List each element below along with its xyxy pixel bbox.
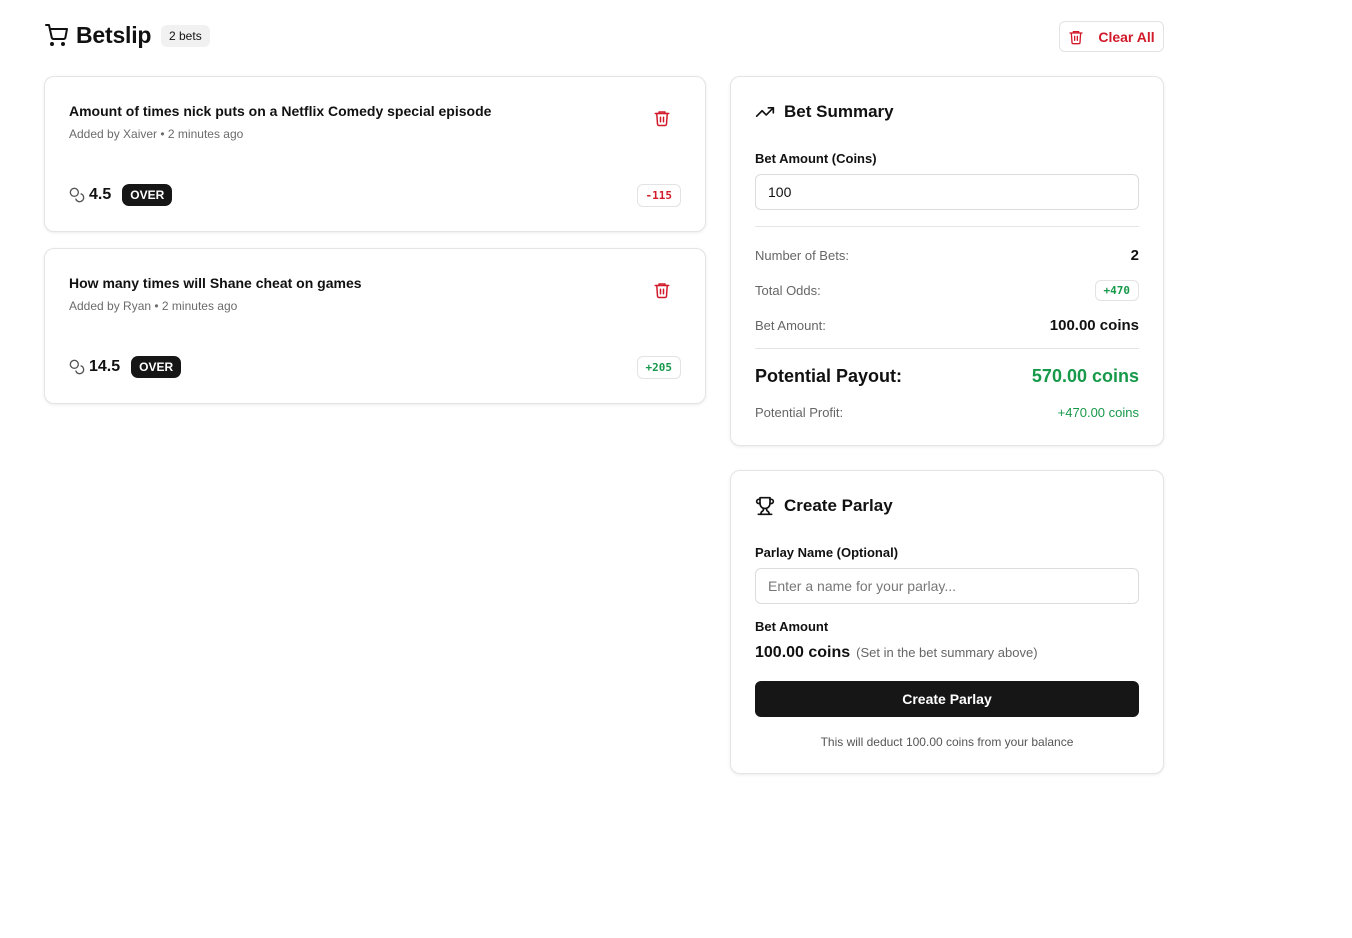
bet-card: How many times will Shane cheat on games… bbox=[44, 248, 706, 404]
bet-title: Amount of times nick puts on a Netflix C… bbox=[69, 103, 492, 119]
potential-payout-row: Potential Payout: 570.00 coins bbox=[755, 362, 1139, 390]
line-value: 4.5 bbox=[89, 186, 112, 203]
trophy-icon bbox=[755, 496, 775, 516]
line-value: 14.5 bbox=[89, 358, 121, 375]
coins-icon bbox=[69, 359, 85, 375]
potential-payout-label: Potential Payout: bbox=[755, 365, 903, 386]
odds-chip: -115 bbox=[636, 184, 681, 207]
bet-summary-header: Bet Summary bbox=[755, 102, 894, 122]
bet-meta: Added by Xaiver • 2 minutes ago bbox=[69, 127, 244, 141]
parlay-amount-value: 100.00 coins bbox=[755, 644, 851, 661]
bet-amount-summary-value: 100.00 coins bbox=[1049, 316, 1139, 334]
betslip-page: Betslip 2 bets Clear All Amount of times… bbox=[0, 0, 1352, 938]
bet-line: 14.5 OVER bbox=[69, 356, 182, 378]
potential-payout-value: 570.00 coins bbox=[1031, 365, 1139, 386]
bet-amount-row: Bet Amount: 100.00 coins bbox=[755, 313, 1139, 337]
potential-profit-value: +470.00 coins bbox=[1057, 404, 1139, 420]
bet-card: Amount of times nick puts on a Netflix C… bbox=[44, 76, 706, 232]
parlay-amount-line: 100.00 coins (Set in the bet summary abo… bbox=[755, 644, 1038, 662]
over-under-badge: OVER bbox=[131, 356, 182, 378]
remove-bet-trash-icon[interactable] bbox=[653, 281, 671, 299]
clear-all-button[interactable]: Clear All bbox=[1059, 21, 1164, 52]
betslip-header: Betslip 2 bets Clear All bbox=[44, 20, 1164, 54]
number-of-bets-row: Number of Bets: 2 bbox=[755, 243, 1139, 267]
number-of-bets-value: 2 bbox=[1130, 246, 1139, 264]
bet-title: How many times will Shane cheat on games bbox=[69, 275, 362, 291]
page-title: Betslip bbox=[76, 22, 152, 48]
clear-all-label: Clear All bbox=[1098, 28, 1155, 45]
create-parlay-panel: Create Parlay Parlay Name (Optional) Bet… bbox=[730, 470, 1164, 774]
bet-amount-input[interactable] bbox=[755, 174, 1139, 210]
bet-line: 4.5 OVER bbox=[69, 184, 173, 206]
create-parlay-button[interactable]: Create Parlay bbox=[755, 681, 1139, 717]
divider bbox=[755, 348, 1139, 349]
potential-profit-row: Potential Profit: +470.00 coins bbox=[755, 401, 1139, 423]
odds-chip: +205 bbox=[636, 356, 681, 379]
create-parlay-header: Create Parlay bbox=[755, 496, 893, 516]
total-odds-label: Total Odds: bbox=[755, 282, 821, 298]
bet-summary-title: Bet Summary bbox=[784, 102, 894, 121]
trash-icon bbox=[1069, 30, 1084, 44]
bet-meta: Added by Ryan • 2 minutes ago bbox=[69, 299, 238, 313]
trending-up-icon bbox=[755, 107, 775, 117]
coins-icon bbox=[69, 187, 85, 203]
bet-amount-summary-label: Bet Amount: bbox=[755, 317, 826, 333]
over-under-badge: OVER bbox=[122, 184, 173, 206]
potential-profit-label: Potential Profit: bbox=[755, 404, 844, 420]
parlay-name-input[interactable] bbox=[755, 568, 1139, 604]
parlay-amount-note: (Set in the bet summary above) bbox=[856, 645, 1038, 660]
bet-summary-panel: Bet Summary Bet Amount (Coins) Number of… bbox=[730, 76, 1164, 446]
bet-amount-label: Bet Amount (Coins) bbox=[755, 151, 877, 166]
create-parlay-title: Create Parlay bbox=[784, 496, 893, 515]
parlay-name-label: Parlay Name (Optional) bbox=[755, 545, 899, 560]
total-odds-chip: +470 bbox=[1094, 279, 1139, 301]
parlay-bet-amount-label: Bet Amount bbox=[755, 619, 829, 634]
divider bbox=[755, 226, 1139, 227]
bet-count-badge: 2 bets bbox=[161, 25, 210, 47]
number-of-bets-label: Number of Bets: bbox=[755, 247, 849, 263]
remove-bet-trash-icon[interactable] bbox=[653, 109, 671, 127]
total-odds-row: Total Odds: +470 bbox=[755, 278, 1139, 302]
deduct-footnote: This will deduct 100.00 coins from your … bbox=[820, 735, 1074, 749]
shopping-cart-icon bbox=[45, 24, 68, 46]
